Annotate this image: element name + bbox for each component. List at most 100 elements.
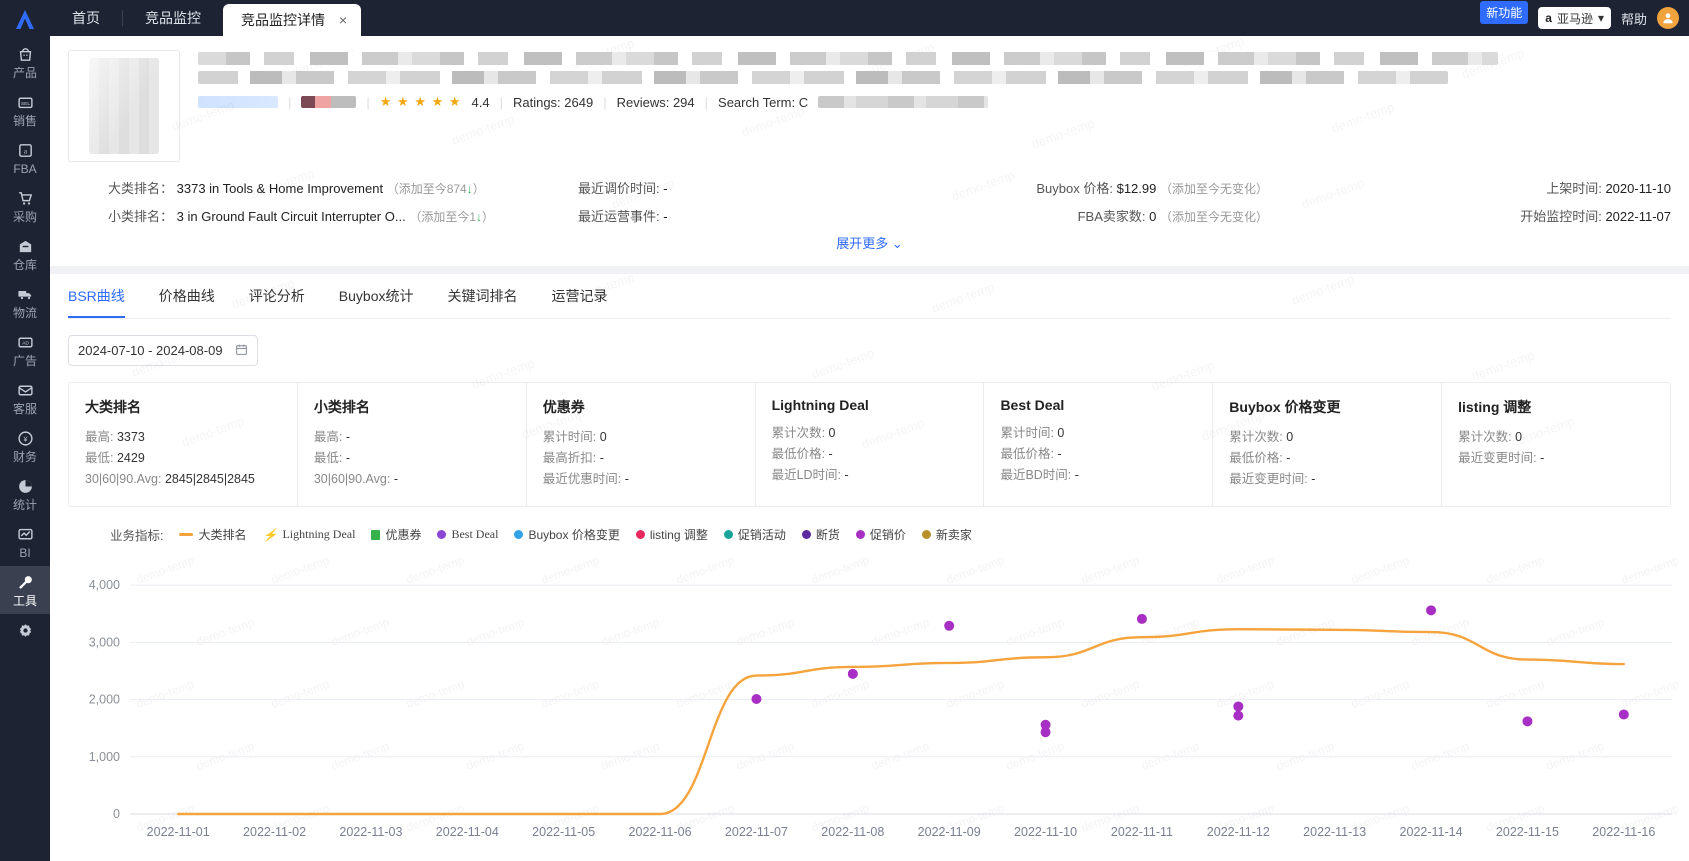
help-link[interactable]: 帮助 [1621,9,1647,28]
stat-value: 3 in Ground Fault Circuit Interrupter O.… [176,209,406,224]
stat-note: （添加至今874↓） [387,182,485,196]
svg-text:demo-temp: demo-temp [1544,739,1606,773]
legend-item-new-seller[interactable]: 新卖家 [921,526,972,543]
card-row: 最近变更时间: - [1229,469,1425,490]
expand-more-button[interactable]: 展开更多 ⌄ [68,225,1671,262]
card-row-label: 最近优惠时间: [542,472,622,486]
sidebar-item-product[interactable]: 产品 [0,38,50,86]
topbar-link-competitor-monitor[interactable]: 竞品监控 [123,0,223,36]
legend-item-listing-adjustment[interactable]: listing 调整 [635,526,708,543]
legend-item-promo-price[interactable]: 促销价 [855,526,906,543]
legend-item-out-of-stock[interactable]: 断货 [801,526,840,543]
sidebar-item-warehouse[interactable]: 仓库 [0,230,50,278]
legend-marker [635,530,645,539]
svg-text:2022-11-03: 2022-11-03 [339,825,402,839]
card-row-value: - [1286,451,1291,465]
bsr-chart[interactable]: demo-temp demo-temp demo-temp demo-temp demo… [68,554,1678,854]
truck-icon [16,285,34,303]
chevron-down-icon: ⌄ [891,236,903,251]
legend-item-coupon[interactable]: 优惠券 [371,526,421,543]
svg-text:demo-temp: demo-temp [329,615,391,649]
meta-divider: | [288,94,292,110]
new-feature-badge[interactable]: 新功能 [1480,0,1529,24]
stat-label: 上架时间: [1546,181,1602,196]
avatar[interactable] [1657,7,1679,29]
card-row-value: 2845|2845|2845 [164,472,255,486]
sidebar-item-bi[interactable]: BI [0,518,50,566]
tab-review-analysis[interactable]: 评论分析 [249,286,305,318]
tab-price-curve[interactable]: 价格曲线 [159,286,215,318]
svg-text:4,000: 4,000 [89,578,120,592]
svg-text:demo-temp: demo-temp [539,554,601,587]
main-area: 首页 竞品监控 竞品监控详情 × 新功能 a 亚马逊 ▾ 帮助 | | ★ ★ … [50,0,1689,861]
svg-text:demo-temp: demo-temp [194,615,256,649]
search-term-label: Search Term: C [718,94,809,110]
card-row-label: 累计次数: [1229,430,1283,444]
svg-text:2022-11-07: 2022-11-07 [725,825,788,839]
sidebar-item-support[interactable]: 客服 [0,374,50,422]
legend-item-lightning-deal[interactable]: ⚡ Lightning Deal [263,527,356,542]
svg-text:demo-temp: demo-temp [599,739,661,773]
rating-value: 4.4 [471,94,490,110]
sidebar-item-tools[interactable]: 工具 [0,566,50,614]
svg-text:2022-11-13: 2022-11-13 [1303,825,1366,839]
star-rating-icon: ★ ★ ★ ★ ★ [379,94,462,109]
sidebar-item-fba[interactable]: a FBA [0,134,50,182]
sidebar-item-logistics[interactable]: 物流 [0,278,50,326]
svg-text:2022-11-10: 2022-11-10 [1014,825,1077,839]
meta-divider: | [366,94,370,110]
topbar-link-home[interactable]: 首页 [50,0,122,36]
legend-item-bsr-major[interactable]: 大类排名 [179,526,247,543]
card-row-value: - [1540,451,1545,465]
card-title: Buybox 价格变更 [1229,399,1341,415]
stat-label: Buybox 价格: [1036,181,1113,196]
product-info: | | ★ ★ ★ ★ ★ 4.4 | Ratings: 2649 | Revi… [198,50,1671,162]
chart-canvas: demo-temp demo-temp demo-temp demo-temp demo… [89,554,1678,839]
tab-keyword-ranking[interactable]: 关键词排名 [448,286,518,318]
product-image[interactable] [68,50,180,162]
card-row: 最近变更时间: - [1458,448,1654,469]
card-row-label: 最高: [313,430,343,444]
stat-value: - [663,181,668,196]
sidebar-item-sales[interactable]: SEL 销售 [0,86,50,134]
svg-text:demo-temp: demo-temp [1619,554,1678,587]
sidebar-item-ads[interactable]: AD 广告 [0,326,50,374]
card-row-label: 累计次数: [771,426,826,440]
stat-label: 最近运营事件: [578,209,660,224]
tab-buybox-stats[interactable]: Buybox统计 [339,286,414,318]
svg-text:demo-temp: demo-temp [1004,739,1066,773]
card-row-label: 最低价格: [1000,447,1054,461]
card-row-value: - [1057,447,1062,461]
amazon-a-icon: a [16,141,34,159]
card-row: 累计次数: 0 [1229,427,1425,448]
sidebar-item-settings[interactable] [0,614,50,645]
date-range-picker[interactable]: 2024-07-10 - 2024-08-09 [68,335,258,366]
product-panel: demo-temp demo-temp demo-temp demo-temp … [50,36,1689,266]
legend-item-buybox-price-change[interactable]: Buybox 价格变更 [514,526,620,543]
card-row-label: 最近变更时间: [1458,451,1537,465]
legend-label: 断货 [815,528,840,542]
sidebar-item-purchase[interactable]: 采购 [0,182,50,230]
stat-fba-sellers: FBA卖家数: 0 （添加至今无变化） [908,206,1268,225]
topbar-active-tab[interactable]: 竞品监控详情 × [223,4,362,36]
sidebar-item-statistics[interactable]: 统计 [0,470,50,518]
legend-marker [723,530,733,539]
svg-text:demo-temp: demo-temp [1619,677,1678,711]
card-lightning-deal: Lightning Deal 累计次数: 0 最低价格: - 最近LD时间: - [756,383,985,506]
close-icon[interactable]: × [339,12,347,28]
sidebar-item-label: 产品 [12,66,37,80]
stat-bsr-major: 大类排名： 3373 in Tools & Home Improvement （… [108,178,578,197]
card-row: 最高: - [314,427,510,448]
wrench-icon [16,573,34,591]
card-row-value: - [844,468,849,482]
stat-bsr-minor: 小类排名： 3 in Ground Fault Circuit Interrup… [108,206,578,225]
svg-text:demo-temp: demo-temp [194,739,256,773]
sidebar-item-finance[interactable]: ¥ 财务 [0,422,50,470]
topbar: 首页 竞品监控 竞品监控详情 × 新功能 a 亚马逊 ▾ 帮助 [50,0,1689,36]
site-selector[interactable]: a 亚马逊 ▾ [1538,7,1611,29]
svg-text:demo-temp: demo-temp [404,677,466,711]
legend-item-best-deal[interactable]: Best Deal [437,527,498,542]
tab-bsr-curve[interactable]: BSR曲线 [68,286,125,318]
tab-operation-log[interactable]: 运营记录 [552,286,608,318]
legend-item-promotion[interactable]: 促销活动 [723,526,786,543]
